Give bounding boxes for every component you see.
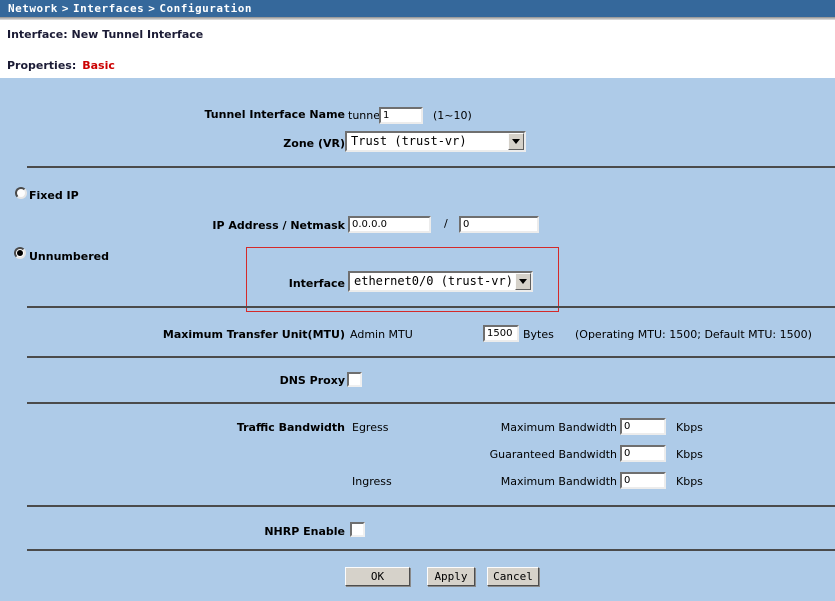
ingress-max-bandwidth-input[interactable]: [620, 472, 666, 489]
breadcrumb-item-configuration[interactable]: Configuration: [159, 2, 252, 15]
egress-max-bandwidth-label: Maximum Bandwidth: [440, 421, 617, 434]
fixed-ip-radio[interactable]: [15, 187, 27, 199]
ok-button[interactable]: OK: [345, 567, 410, 586]
nhrp-enable-label: NHRP Enable: [0, 525, 345, 538]
netmask-input[interactable]: [459, 216, 539, 233]
breadcrumb-item-network[interactable]: Network: [8, 2, 58, 15]
ingress-max-bandwidth-label: Maximum Bandwidth: [440, 475, 617, 488]
page: Network>Interfaces>Configuration Interfa…: [0, 0, 835, 601]
breadcrumb-item-interfaces[interactable]: Interfaces: [73, 2, 144, 15]
properties-label: Properties:: [7, 59, 76, 72]
breadcrumb-separator: >: [58, 2, 73, 15]
apply-button[interactable]: Apply: [427, 567, 475, 586]
interface-label: Interface: [0, 277, 345, 290]
zone-label: Zone (VR): [0, 137, 345, 150]
egress-max-bandwidth-input[interactable]: [620, 418, 666, 435]
tunnel-name-label: Tunnel Interface Name: [0, 108, 345, 121]
interface-select-value: ethernet0/0 (trust-vr): [354, 274, 513, 288]
guaranteed-bandwidth-unit: Kbps: [676, 448, 703, 461]
separator: [27, 402, 835, 404]
separator: [27, 505, 835, 507]
admin-mtu-label: Admin MTU: [350, 328, 413, 341]
mtu-label: Maximum Transfer Unit(MTU): [0, 328, 345, 341]
separator: [27, 306, 835, 308]
separator: [27, 549, 835, 551]
admin-mtu-input[interactable]: [483, 325, 519, 342]
navbar-divider: [0, 17, 835, 20]
zone-select[interactable]: Trust (trust-vr): [345, 131, 526, 152]
page-title: Interface: New Tunnel Interface: [7, 28, 203, 41]
dns-proxy-label: DNS Proxy: [0, 374, 345, 387]
fixed-ip-label: Fixed IP: [29, 189, 79, 202]
ingress-label: Ingress: [352, 475, 392, 488]
dns-proxy-checkbox[interactable]: [347, 372, 362, 387]
properties-tab-basic[interactable]: Basic: [82, 59, 115, 72]
breadcrumb-separator: >: [144, 2, 159, 15]
dropdown-arrow-icon[interactable]: [515, 273, 531, 290]
guaranteed-bandwidth-input[interactable]: [620, 445, 666, 462]
ip-netmask-label: IP Address / Netmask: [0, 219, 345, 232]
interface-select[interactable]: ethernet0/0 (trust-vr): [348, 271, 533, 292]
egress-label: Egress: [352, 421, 388, 434]
traffic-bandwidth-label: Traffic Bandwidth: [0, 421, 345, 434]
unnumbered-label: Unnumbered: [29, 250, 109, 263]
breadcrumb: Network>Interfaces>Configuration: [0, 0, 835, 17]
ip-netmask-separator: /: [444, 217, 448, 230]
properties-row: Properties: Basic: [7, 59, 115, 72]
separator: [27, 356, 835, 358]
nhrp-enable-checkbox[interactable]: [350, 522, 365, 537]
ip-address-input[interactable]: [348, 216, 431, 233]
unnumbered-radio[interactable]: [14, 247, 26, 259]
ingress-max-bandwidth-unit: Kbps: [676, 475, 703, 488]
separator: [27, 166, 835, 168]
tunnel-name-range-hint: (1~10): [433, 109, 472, 122]
mtu-unit-label: Bytes: [523, 328, 554, 341]
mtu-hint: (Operating MTU: 1500; Default MTU: 1500): [575, 328, 812, 341]
cancel-button[interactable]: Cancel: [487, 567, 539, 586]
guaranteed-bandwidth-label: Guaranteed Bandwidth: [440, 448, 617, 461]
tunnel-name-input[interactable]: [379, 107, 423, 124]
egress-max-bandwidth-unit: Kbps: [676, 421, 703, 434]
dropdown-arrow-icon[interactable]: [508, 133, 524, 150]
zone-select-value: Trust (trust-vr): [351, 134, 467, 148]
